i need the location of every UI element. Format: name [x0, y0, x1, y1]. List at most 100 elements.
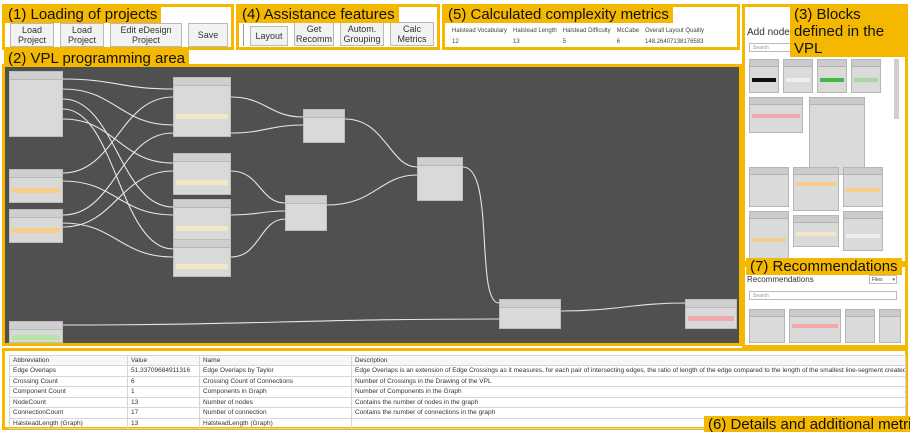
vpl-node[interactable]: [417, 157, 463, 201]
block-header: [750, 310, 784, 317]
block-field: [854, 78, 878, 82]
node-header[interactable]: [10, 210, 62, 218]
metric-value-vocabulary: 12: [452, 39, 459, 45]
node-header[interactable]: [10, 322, 62, 330]
table-row[interactable]: Component Count 1 Components in Graph Numbe…: [9, 386, 906, 398]
vpl-node[interactable]: [9, 321, 63, 343]
vpl-node[interactable]: [173, 153, 231, 195]
block-header: [750, 168, 788, 175]
block-template[interactable]: [749, 309, 785, 343]
autom-grouping-button[interactable]: Autom. Grouping: [340, 22, 384, 46]
layout-button[interactable]: Layout: [250, 26, 288, 46]
vpl-node[interactable]: [173, 199, 231, 241]
block-field: [752, 114, 800, 118]
node-field[interactable]: [688, 316, 734, 321]
table-cell: Number of nodes: [199, 396, 352, 408]
vpl-label: (2) VPL programming area: [4, 50, 190, 67]
node-header[interactable]: [500, 300, 560, 308]
recommendations-label: (7) Recommendations: [746, 258, 902, 275]
vpl-node[interactable]: [9, 71, 63, 137]
block-header: [880, 310, 900, 317]
metric-header-difficulty: Halstead Difficulty: [562, 28, 611, 34]
table-cell: HalsteadLength (Graph): [199, 417, 352, 429]
table-row[interactable]: NodeCount 13 Number of nodes Contains the n…: [9, 396, 906, 408]
metric-header-length: Halstead Length: [513, 28, 557, 34]
node-header[interactable]: [10, 72, 62, 80]
details-label: (6) Details and additional metrics: [704, 416, 910, 432]
node-field[interactable]: [12, 335, 60, 340]
vpl-node[interactable]: [499, 299, 561, 329]
edit-project-button[interactable]: Edit eDesign Project: [110, 23, 182, 47]
node-header[interactable]: [174, 154, 230, 162]
vpl-node[interactable]: [285, 195, 327, 231]
node-field[interactable]: [176, 264, 228, 269]
complexity-label: (5) Calculated complexity metrics: [444, 6, 673, 23]
recommendations-panel: Recommendations Files ▾ Search: [742, 264, 908, 348]
column-header-description[interactable]: Description: [351, 355, 906, 366]
table-row[interactable]: Crossing Count 6 Crossing Count of Connect…: [9, 375, 906, 387]
block-template[interactable]: [809, 97, 865, 175]
node-field[interactable]: [176, 114, 228, 119]
block-header: [784, 60, 812, 67]
load-project-button[interactable]: Load Project: [10, 23, 54, 47]
block-header: [750, 60, 778, 67]
node-field[interactable]: [176, 180, 228, 185]
block-template[interactable]: [817, 59, 847, 93]
vpl-node[interactable]: [685, 299, 737, 329]
vpl-node[interactable]: [303, 109, 345, 143]
node-header[interactable]: [286, 196, 326, 204]
vpl-node[interactable]: [173, 77, 231, 137]
block-template[interactable]: [851, 59, 881, 93]
node-header[interactable]: [418, 158, 462, 166]
block-template[interactable]: [783, 59, 813, 93]
column-header-value[interactable]: Value: [127, 355, 200, 366]
node-field[interactable]: [12, 188, 60, 193]
metric-value-length: 13: [513, 39, 520, 45]
vpl-node[interactable]: [173, 239, 231, 277]
table-cell: Edge Overlaps: [9, 365, 128, 377]
block-template[interactable]: [879, 309, 901, 343]
block-header: [790, 310, 840, 317]
vpl-canvas[interactable]: [2, 64, 742, 346]
block-header: [750, 212, 788, 219]
block-template[interactable]: [749, 59, 779, 93]
block-field: [846, 234, 880, 238]
block-template[interactable]: [843, 211, 883, 251]
node-field[interactable]: [176, 226, 228, 231]
node-field[interactable]: [12, 228, 60, 233]
save-button[interactable]: Save: [188, 23, 228, 47]
node-header[interactable]: [304, 110, 344, 118]
block-template[interactable]: [845, 309, 875, 343]
vpl-node[interactable]: [9, 209, 63, 243]
table-cell: HalsteadLength (Graph): [9, 417, 128, 429]
assistance-divider: [243, 24, 244, 46]
block-template[interactable]: [749, 211, 789, 259]
metric-value-difficulty: 5: [562, 39, 567, 45]
metric-header-mccabe: McCabe: [616, 28, 640, 34]
calc-metrics-button[interactable]: Calc Metrics: [390, 22, 434, 46]
block-template[interactable]: [793, 215, 839, 247]
load-project-button-2[interactable]: Load Project: [60, 23, 104, 47]
get-recomm-button[interactable]: Get Recomm: [294, 22, 334, 46]
recommendations-list: [745, 267, 905, 345]
block-template[interactable]: [749, 97, 803, 133]
block-template[interactable]: [749, 167, 789, 207]
table-cell: Component Count: [9, 386, 128, 398]
node-header[interactable]: [174, 240, 230, 248]
block-field: [752, 238, 786, 242]
table-cell: 13: [127, 396, 200, 408]
block-header: [810, 98, 864, 105]
block-field: [752, 78, 776, 82]
block-template[interactable]: [843, 167, 883, 207]
block-template[interactable]: [789, 309, 841, 343]
node-header[interactable]: [174, 200, 230, 208]
node-header[interactable]: [174, 78, 230, 86]
column-header-abbreviation[interactable]: Abbreviation: [9, 355, 128, 366]
vpl-node[interactable]: [9, 169, 63, 203]
node-header[interactable]: [10, 170, 62, 178]
node-header[interactable]: [686, 300, 736, 308]
column-header-name[interactable]: Name: [199, 355, 352, 366]
block-template[interactable]: [793, 167, 839, 211]
table-row[interactable]: Edge Overlaps 51.33709684911316 Edge Overl…: [9, 365, 906, 377]
connection-wires: [62, 78, 686, 326]
